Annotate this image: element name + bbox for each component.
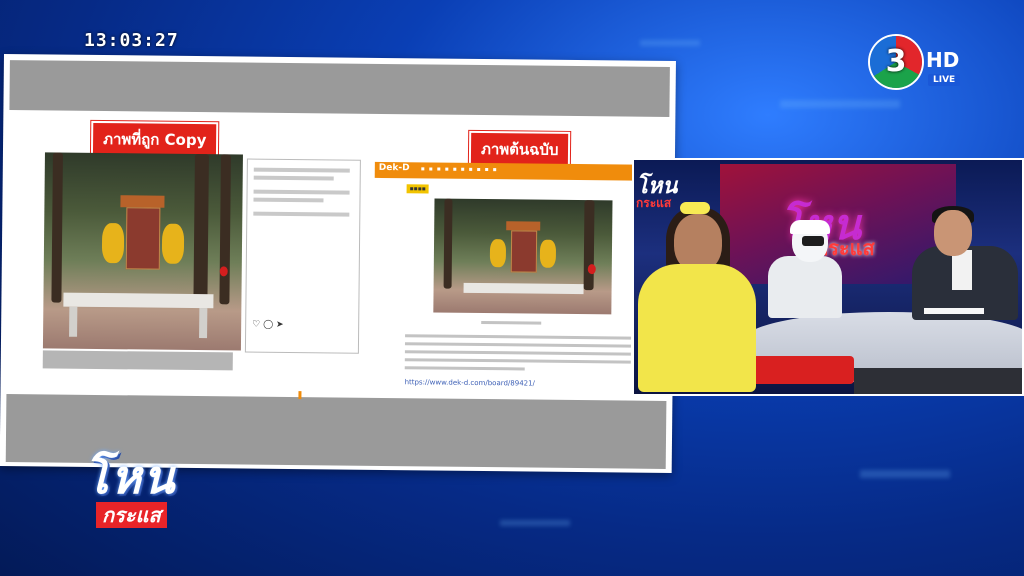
channel-hd-label: HD xyxy=(926,48,960,72)
red-lantern xyxy=(219,266,228,277)
tree-trunk xyxy=(443,198,453,289)
caption-bar xyxy=(42,350,233,371)
tree-trunk xyxy=(193,154,209,305)
post-actions-icon: ♡ ◯ ➤ xyxy=(252,319,284,330)
background-light-streak xyxy=(860,470,950,478)
text-line xyxy=(481,321,542,325)
broadcast-clock: 13:03:27 xyxy=(84,30,179,51)
show-logo: โหน กระแส xyxy=(84,450,177,528)
table-leg xyxy=(69,306,78,337)
tree-trunk xyxy=(51,152,63,303)
copied-shrine-photo xyxy=(42,152,243,351)
text-line xyxy=(404,342,631,348)
background-light-streak xyxy=(780,100,900,108)
text-line xyxy=(404,358,631,364)
dekd-nav-menu: ▪ ▪ ▪ ▪ ▪ ▪ ▪ ▪ ▪ ▪ xyxy=(420,165,498,174)
slide-top-bar xyxy=(9,60,670,117)
host-face xyxy=(934,210,972,256)
text-line xyxy=(253,197,324,203)
dekd-logo: Dek-D xyxy=(378,162,410,174)
channel-number: 3 xyxy=(885,44,907,79)
comparison-slide: ภาพที่ถูก Copy ภาพต้นฉบับ ♡ ◯ ➤ Dek-D ▪ … xyxy=(0,54,676,474)
tree-trunk xyxy=(583,200,595,291)
offering-table xyxy=(63,292,214,309)
text-line xyxy=(253,211,350,217)
guest-white-suit xyxy=(768,256,842,318)
text-line xyxy=(253,189,350,195)
channel-logo: 3 HD LIVE xyxy=(870,36,980,96)
text-line xyxy=(404,350,631,356)
desk-dark-panel xyxy=(854,368,1022,394)
shrine-roof xyxy=(506,221,541,231)
spirit-house xyxy=(510,230,538,273)
flower-garlands xyxy=(101,223,125,264)
table-leg xyxy=(199,308,208,339)
flower-garlands xyxy=(539,239,557,268)
background-light-streak xyxy=(640,40,700,46)
text-line xyxy=(405,334,632,340)
shrine-roof xyxy=(120,195,165,208)
text-line xyxy=(253,167,350,173)
flower-garlands xyxy=(161,223,185,264)
hair-bow xyxy=(680,202,710,214)
text-line xyxy=(253,175,334,181)
tree-trunk xyxy=(219,154,231,305)
text-line xyxy=(404,366,525,371)
white-cap xyxy=(790,220,830,234)
flower-garlands xyxy=(489,239,507,268)
studio-video-panel: โหน กระแส โหน กระแส xyxy=(632,158,1024,396)
dark-visor xyxy=(802,236,824,246)
channel-live-badge: LIVE xyxy=(928,74,961,86)
studio-left-logo-sub: กระแส xyxy=(636,196,672,210)
dekd-site-header: Dek-D ▪ ▪ ▪ ▪ ▪ ▪ ▪ ▪ ▪ ▪ xyxy=(374,161,639,181)
original-shrine-photo xyxy=(433,198,613,315)
host-shirt xyxy=(952,250,972,290)
desk-papers xyxy=(924,308,984,314)
social-post-panel: ♡ ◯ ➤ xyxy=(244,158,361,354)
show-logo-sub: กระแส xyxy=(96,502,167,528)
dekd-tag: ▪▪▪▪ xyxy=(406,184,429,194)
background-light-streak xyxy=(500,520,570,526)
spirit-house xyxy=(125,207,161,270)
red-lantern xyxy=(587,264,596,275)
show-logo-title: โหน xyxy=(84,450,177,504)
orange-marker xyxy=(298,391,302,400)
dekd-source-link[interactable]: https://www.dek-d.com/board/89421/ xyxy=(405,378,535,387)
offering-table xyxy=(463,282,584,295)
guest-yellow-dress xyxy=(638,264,756,392)
